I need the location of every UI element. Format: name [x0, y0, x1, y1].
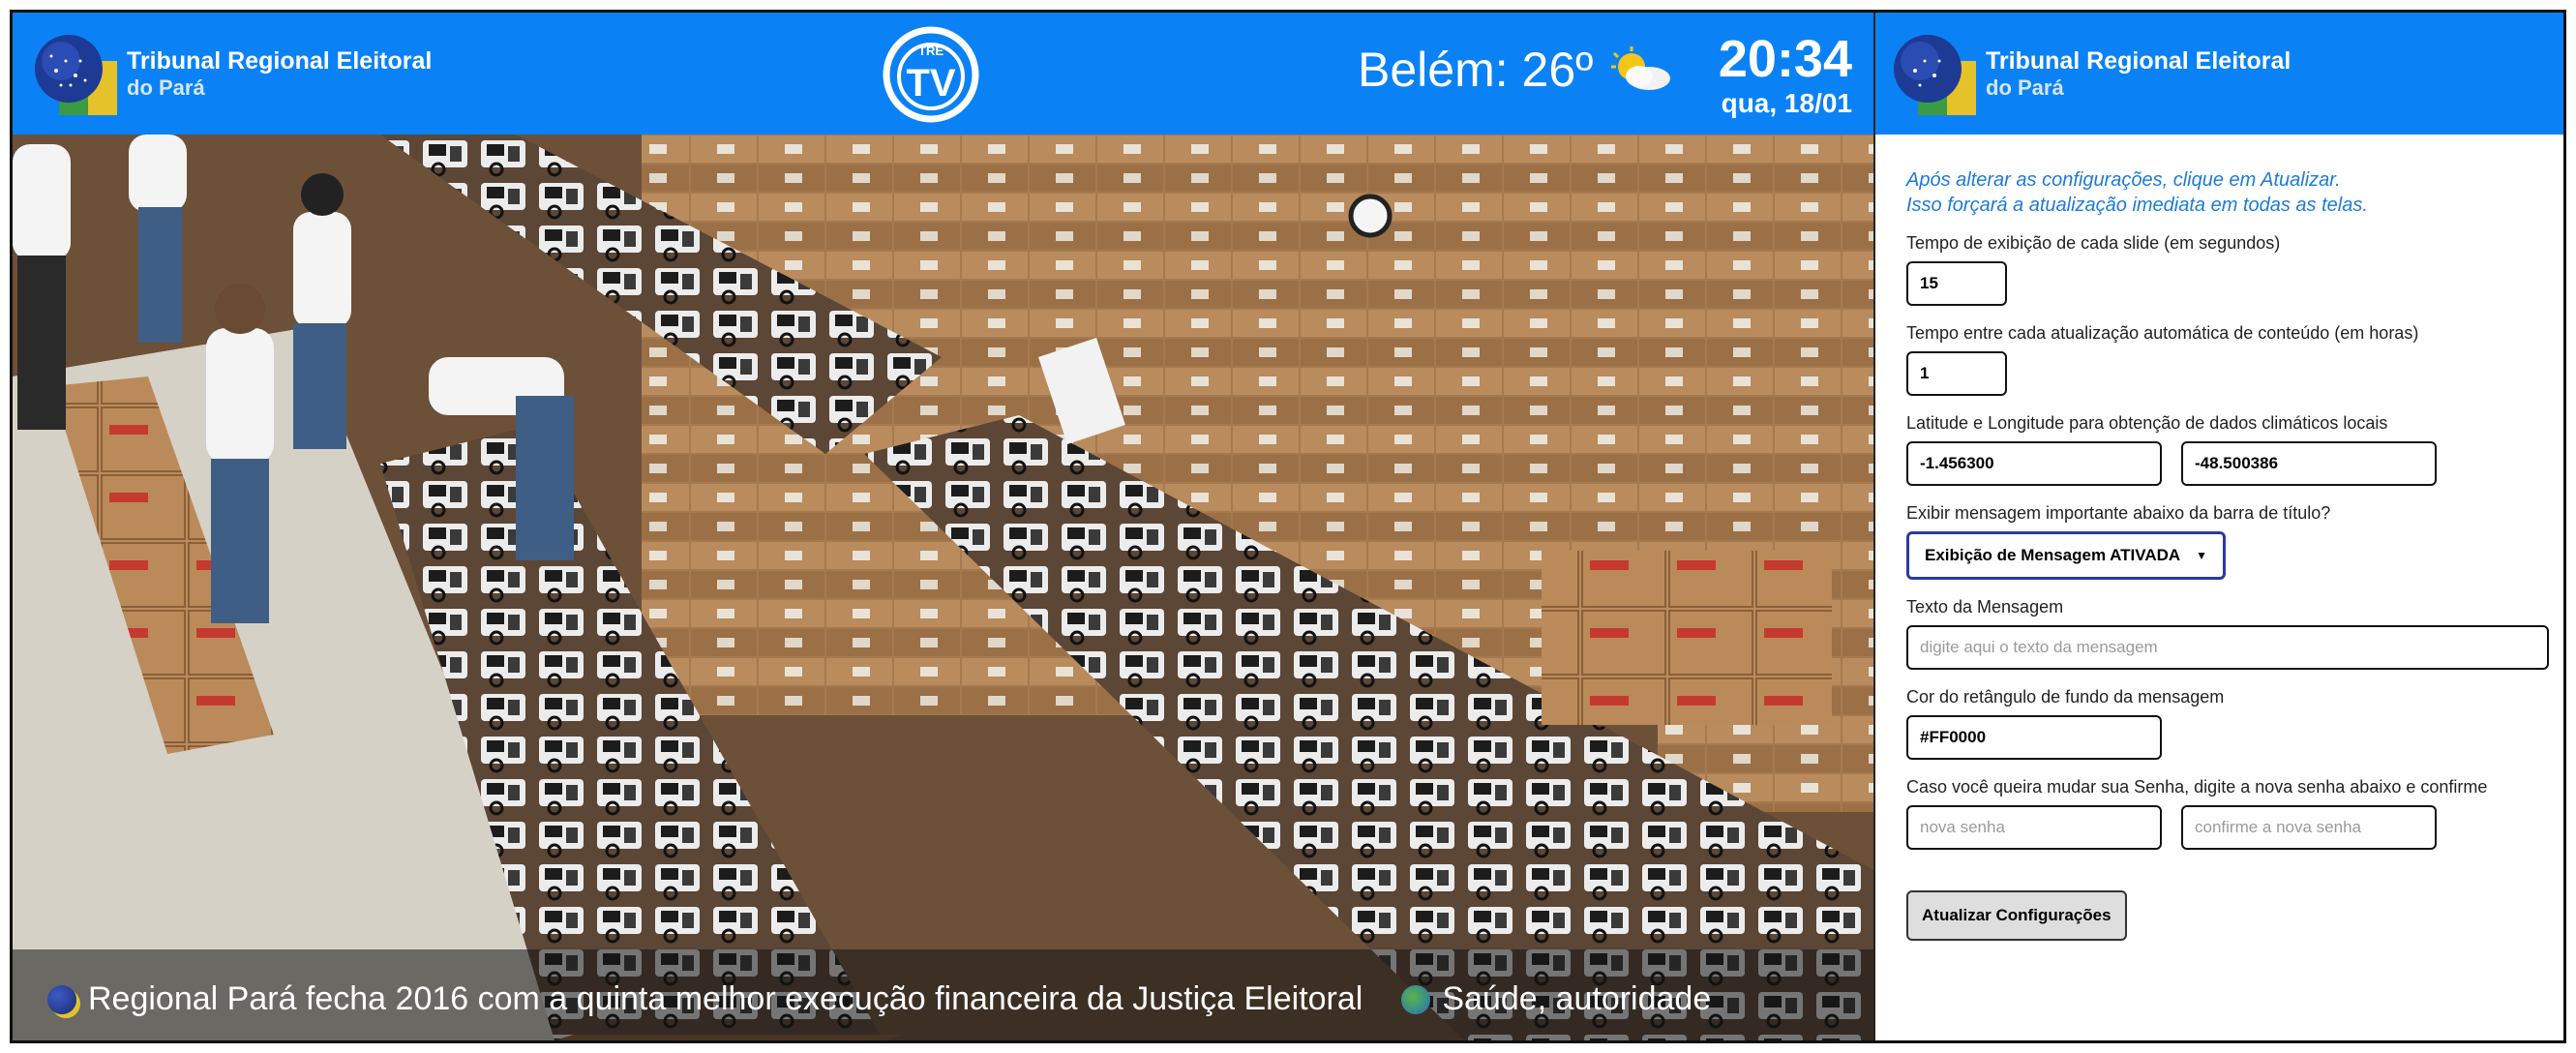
new-password-input[interactable]: nova senha — [1906, 805, 2162, 850]
bg-color-input[interactable]: #FF0000 — [1906, 715, 2162, 760]
message-text-placeholder: digite aqui o texto da mensagem — [1920, 638, 2158, 656]
intro-text: Após alterar as configurações, clique em… — [1906, 167, 2555, 218]
confirm-password-input[interactable]: confirme a nova senha — [2181, 805, 2437, 850]
message-text-input[interactable]: digite aqui o texto da mensagem — [1906, 625, 2549, 670]
new-password-placeholder: nova senha — [1920, 818, 2005, 836]
tv-logo-small: TRE — [918, 44, 944, 58]
longitude-input[interactable]: -48.500386 — [2181, 441, 2437, 486]
org-name-line2: do Pará — [127, 75, 205, 100]
app-frame: Tribunal Regional Eleitoral do Pará TRE … — [10, 10, 2566, 1043]
weather-text: Belém: 26º — [1358, 43, 1594, 97]
coordinates-label: Latitude e Longitude para obtenção de da… — [1906, 413, 2388, 433]
message-toggle-label: Exibir mensagem importante abaixo da bar… — [1906, 503, 2331, 523]
ticker-text: Saúde, autoridade — [1442, 980, 1712, 1017]
message-toggle-value: Exibição de Mensagem ATIVADA — [1925, 546, 2181, 564]
slide-time-label: Tempo de exibição de cada slide (em segu… — [1906, 233, 2281, 253]
slide-time-input[interactable]: 15 — [1906, 261, 2007, 306]
clock-date: qua, 18/01 — [1721, 88, 1852, 118]
ticker-item: Saúde, autoridade — [1401, 980, 1711, 1018]
intro-line2: Isso forçará a atualização imediata em t… — [1906, 195, 2368, 216]
tre-logo: Tribunal Regional Eleitoral do Pará — [1891, 32, 2291, 117]
org-name-line2: do Pará — [1986, 75, 2064, 100]
weather-widget: Belém: 26º — [1358, 42, 1674, 98]
clock: 20:34 qua, 18/01 — [1719, 30, 1852, 119]
tre-emblem-icon — [35, 35, 117, 115]
tv-preview: Tribunal Regional Eleitoral do Pará TRE … — [13, 13, 1873, 1040]
panel-header: Tribunal Regional Eleitoral do Pará — [1875, 13, 2563, 135]
intro-line1: Após alterar as configurações, clique em… — [1906, 169, 2341, 191]
latitude-input[interactable]: -1.456300 — [1906, 441, 2162, 486]
clock-time: 20:34 — [1718, 30, 1852, 88]
message-toggle-select[interactable]: Exibição de Mensagem ATIVADA ▼ — [1906, 531, 2226, 580]
partly-cloudy-icon — [1611, 46, 1671, 90]
password-label: Caso você queira mudar sua Senha, digite… — [1906, 777, 2488, 797]
message-text-label: Texto da Mensagem — [1906, 597, 2064, 617]
globe-icon — [1401, 984, 1431, 1014]
tre-emblem-icon — [47, 984, 76, 1014]
ticker-item: Regional Pará fecha 2016 com a quinta me… — [47, 980, 1363, 1018]
update-settings-button[interactable]: Atualizar Configurações — [1906, 890, 2127, 941]
slide-image — [13, 135, 1873, 1040]
settings-form: Após alterar as configurações, clique em… — [1906, 167, 2555, 941]
tre-emblem-icon — [1894, 35, 1976, 115]
tre-tv-logo-icon: TRE TV — [883, 26, 979, 123]
tre-logo: Tribunal Regional Eleitoral do Pará — [32, 32, 432, 117]
org-name-line1: Tribunal Regional Eleitoral — [127, 47, 433, 75]
settings-panel: Tribunal Regional Eleitoral do Pará Após… — [1873, 13, 2563, 1040]
refresh-time-label: Tempo entre cada atualização automática … — [1906, 323, 2419, 343]
tv-header: Tribunal Regional Eleitoral do Pará TRE … — [13, 13, 1873, 135]
tv-logo-main: TV — [906, 62, 955, 105]
ticker-text: Regional Pará fecha 2016 com a quinta me… — [88, 980, 1363, 1017]
refresh-time-input[interactable]: 1 — [1906, 351, 2007, 396]
confirm-password-placeholder: confirme a nova senha — [2195, 818, 2361, 836]
slide-photo: Regional Pará fecha 2016 com a quinta me… — [13, 135, 1873, 1040]
news-ticker: Regional Pará fecha 2016 com a quinta me… — [13, 949, 1873, 1040]
dropdown-arrow-icon: ▼ — [2196, 549, 2207, 562]
bg-color-label: Cor do retângulo de fundo da mensagem — [1906, 687, 2225, 707]
org-name-line1: Tribunal Regional Eleitoral — [1986, 47, 2291, 75]
